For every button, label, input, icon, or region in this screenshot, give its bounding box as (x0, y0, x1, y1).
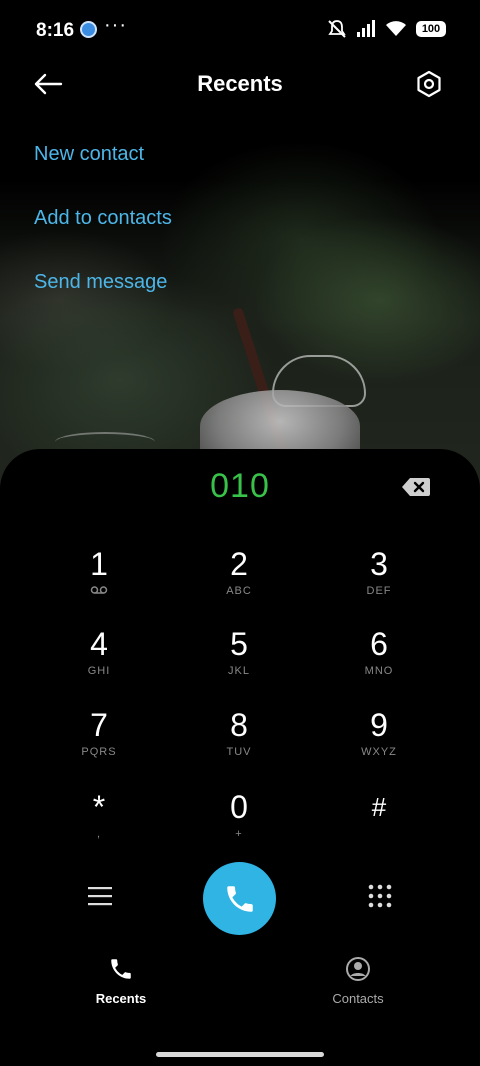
home-indicator[interactable] (156, 1052, 324, 1057)
battery-indicator: 100 (416, 21, 446, 37)
dial-key-9[interactable]: 9 WXYZ (319, 707, 439, 777)
dial-key-7[interactable]: 7 PQRS (39, 707, 159, 777)
dial-key-6[interactable]: 6 MNO (319, 626, 439, 696)
key-letters: MNO (364, 665, 394, 677)
settings-button[interactable] (411, 66, 447, 102)
key-letters: JKL (228, 665, 250, 677)
key-letters: GHI (87, 665, 111, 677)
status-bar: 8:16 ··· 100 (0, 0, 480, 60)
key-digit: 0 (230, 789, 248, 825)
key-digit: 8 (230, 707, 248, 743)
menu-icon (88, 887, 112, 906)
dialpad-toggle-button[interactable] (360, 876, 400, 916)
backspace-button[interactable] (401, 476, 431, 498)
dial-key-3[interactable]: 3 DEF (319, 546, 439, 616)
key-letters: + (235, 828, 243, 840)
wifi-icon (386, 21, 406, 36)
dial-key-hash[interactable]: # (319, 789, 439, 859)
call-button[interactable] (203, 862, 276, 935)
tab-recents[interactable]: Recents (61, 956, 181, 1006)
dial-key-5[interactable]: 5 JKL (179, 626, 299, 696)
key-digit: 7 (90, 707, 108, 743)
page-title: Recents (197, 71, 283, 96)
settings-hex-icon (417, 70, 441, 98)
voicemail-icon (90, 586, 108, 594)
dial-key-8[interactable]: 8 TUV (179, 707, 299, 777)
tab-contacts-label: Contacts (332, 991, 384, 1006)
key-digit: 2 (230, 546, 248, 582)
key-digit: 3 (370, 546, 388, 582)
key-digit: 9 (370, 707, 388, 743)
signal-icon (357, 20, 375, 37)
dial-key-4[interactable]: 4 GHI (39, 626, 159, 696)
dialpad-icon (368, 884, 392, 908)
key-letters: PQRS (81, 746, 117, 758)
key-digit: # (371, 792, 387, 822)
key-digit: 6 (370, 626, 388, 662)
key-digit: 1 (90, 546, 108, 582)
backspace-icon (402, 478, 430, 496)
key-letters: ABC (226, 585, 252, 597)
new-contact-link[interactable]: New contact (34, 143, 144, 166)
dial-key-2[interactable]: 2 ABC (179, 546, 299, 616)
add-to-contacts-link[interactable]: Add to contacts (34, 207, 172, 230)
key-letters: TUV (226, 746, 252, 758)
phone-icon (226, 885, 253, 912)
phone-icon (111, 959, 131, 979)
menu-button[interactable] (80, 878, 120, 914)
key-digit: 5 (230, 626, 248, 662)
key-letters: WXYZ (361, 746, 397, 758)
tab-recents-label: Recents (95, 991, 147, 1006)
key-letters: DEF (366, 585, 392, 597)
key-digit: 4 (90, 626, 108, 662)
person-circle-icon (346, 957, 370, 981)
dial-key-0[interactable]: 0 + (179, 789, 299, 859)
app-notification-icon (80, 21, 97, 38)
send-message-link[interactable]: Send message (34, 271, 167, 294)
key-letters: , (96, 828, 102, 840)
tab-contacts[interactable]: Contacts (298, 956, 418, 1006)
status-icons: 100 (327, 19, 446, 39)
status-time: 8:16 (36, 20, 75, 41)
dial-key-star[interactable]: * , (39, 789, 159, 859)
key-digit: * (92, 789, 106, 825)
dial-key-1[interactable]: 1 (39, 546, 159, 616)
more-notifications: ··· (104, 14, 127, 36)
mute-icon (328, 20, 346, 38)
